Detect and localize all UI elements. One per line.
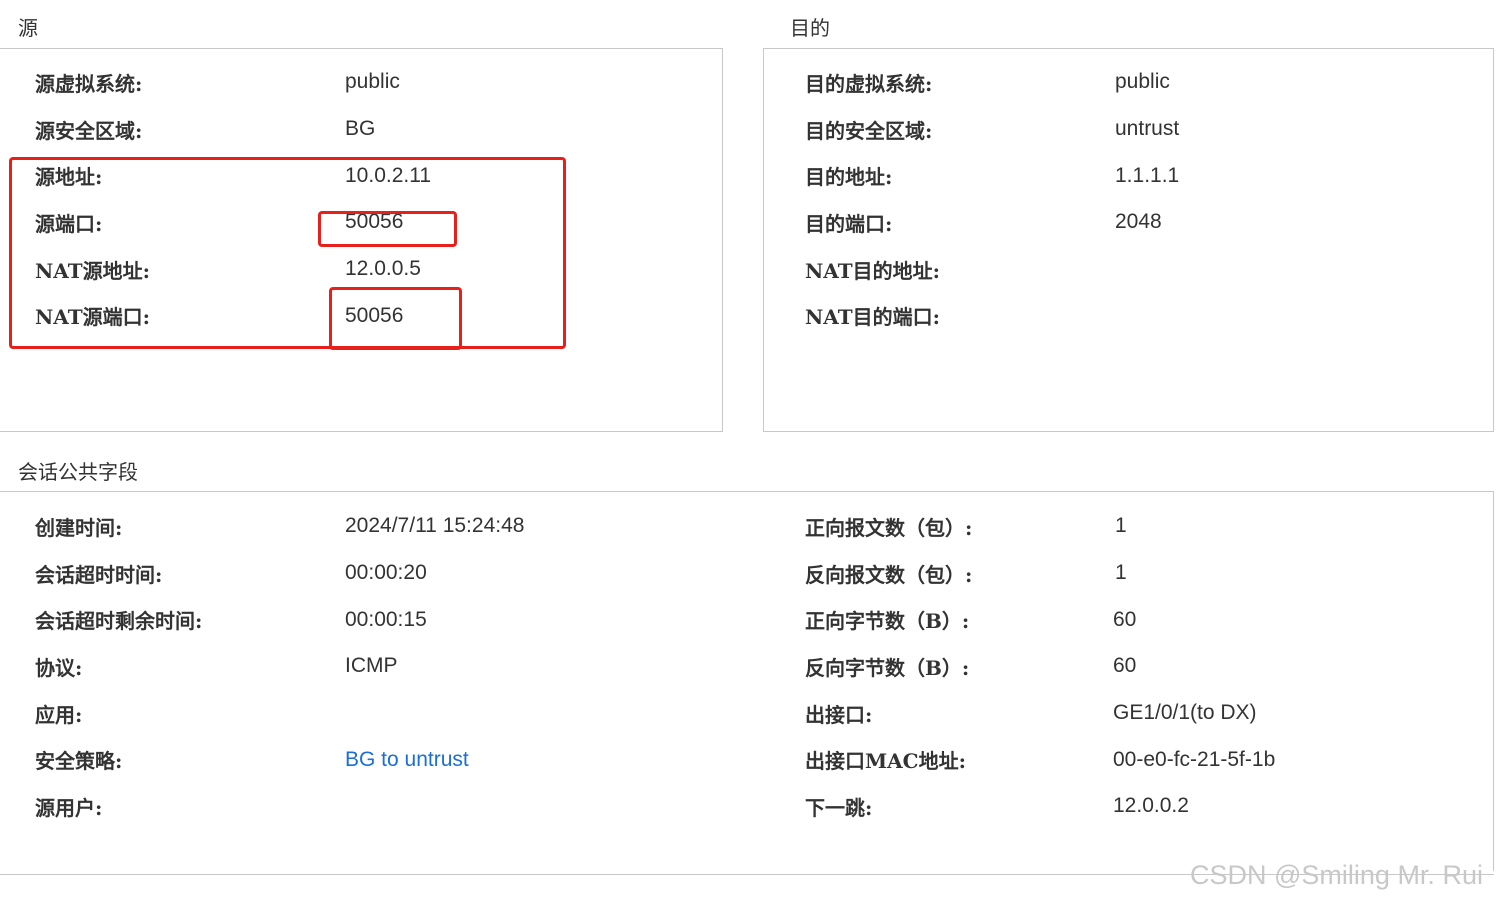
row-value: 00-e0-fc-21-5f-1b: [1113, 747, 1276, 771]
row-value: 1: [1115, 561, 1127, 585]
row-value: GE1/0/1(to DX): [1113, 701, 1257, 725]
row-label: 创建时间:: [35, 515, 123, 540]
row-value: 2024/7/11 15:24:48: [345, 514, 525, 538]
source-section-title: 源: [18, 16, 38, 40]
row-label: NAT目的端口:: [805, 305, 940, 330]
row-value: untrust: [1115, 117, 1180, 141]
row-value: ICMP: [345, 654, 398, 678]
row-value: 12.0.0.2: [1113, 794, 1189, 818]
row-label: 源用户:: [35, 795, 103, 820]
row-value: public: [345, 70, 400, 94]
row-value: BG: [345, 117, 376, 141]
row-value: 00:00:15: [345, 607, 427, 631]
row-value: 60: [1113, 654, 1137, 678]
row-label: NAT目的地址:: [805, 258, 940, 283]
row-label: 下一跳:: [805, 795, 873, 820]
row-label: 目的端口:: [805, 211, 893, 236]
destination-row: 目的端口: 2048: [805, 199, 1485, 246]
session-row: 正向字节数（B）: 60: [805, 596, 1485, 643]
source-row: 源虚拟系统: public: [35, 59, 715, 106]
destination-row: 目的安全区域: untrust: [805, 106, 1485, 153]
row-label: 正向报文数（包）:: [805, 515, 973, 540]
session-row: 反向报文数（包）: 1: [805, 550, 1485, 597]
annotation-box-address-group: [9, 157, 566, 349]
row-label: 目的安全区域:: [805, 118, 933, 143]
destination-list: 目的虚拟系统: public 目的安全区域: untrust 目的地址: 1.1.1.…: [805, 59, 1485, 339]
annotation-box-nat-port: [329, 287, 462, 350]
session-row: 出接口: GE1/0/1(to DX): [805, 690, 1485, 737]
session-row: 下一跳: 12.0.0.2: [805, 783, 1485, 830]
session-section-title: 会话公共字段: [18, 460, 138, 484]
session-row: 应用:: [35, 690, 735, 737]
destination-row: NAT目的端口:: [805, 292, 1485, 339]
session-row: 出接口MAC地址: 00-e0-fc-21-5f-1b: [805, 736, 1485, 783]
session-left-list: 创建时间: 2024/7/11 15:24:48 会话超时时间: 00:00:20 …: [35, 503, 735, 830]
session-row: 创建时间: 2024/7/11 15:24:48: [35, 503, 735, 550]
row-label: 会话超时时间:: [35, 562, 163, 587]
row-value: 00:00:20: [345, 561, 427, 585]
source-row: 源安全区域: BG: [35, 106, 715, 153]
row-label: 目的虚拟系统:: [805, 71, 933, 96]
row-value: 1.1.1.1: [1115, 163, 1180, 187]
row-label: 正向字节数（B）:: [805, 609, 970, 634]
session-row: 会话超时剩余时间: 00:00:15: [35, 596, 735, 643]
annotation-box-source-port: [318, 211, 457, 247]
session-right-list: 正向报文数（包）: 1 反向报文数（包）: 1 正向字节数（B）: 60 反向字节数（…: [805, 503, 1485, 830]
row-label: 目的地址:: [805, 165, 893, 190]
session-row: 正向报文数（包）: 1: [805, 503, 1485, 550]
row-value: 60: [1113, 607, 1137, 631]
row-value: public: [1115, 70, 1170, 94]
row-label: 安全策略:: [35, 749, 123, 774]
row-label: 协议:: [35, 655, 83, 680]
destination-section-title: 目的: [790, 16, 830, 40]
row-label: 出接口MAC地址:: [805, 749, 966, 774]
session-row: 会话超时时间: 00:00:20: [35, 550, 735, 597]
destination-row: NAT目的地址:: [805, 246, 1485, 293]
session-row: 反向字节数（B）: 60: [805, 643, 1485, 690]
row-label: 应用:: [35, 702, 83, 727]
row-label: 出接口:: [805, 702, 873, 727]
session-row: 安全策略: BG to untrust: [35, 736, 735, 783]
row-label: 源安全区域:: [35, 118, 143, 143]
watermark: CSDN @Smiling Mr. Rui: [1190, 860, 1483, 890]
session-panel-right-edge: [1493, 491, 1494, 871]
session-row: 源用户:: [35, 783, 735, 830]
row-label: 源虚拟系统:: [35, 71, 143, 96]
row-value: 1: [1115, 514, 1127, 538]
destination-row: 目的虚拟系统: public: [805, 59, 1485, 106]
row-label: 反向报文数（包）:: [805, 562, 973, 587]
destination-row: 目的地址: 1.1.1.1: [805, 152, 1485, 199]
row-label: 反向字节数（B）:: [805, 655, 970, 680]
row-label: 会话超时剩余时间:: [35, 609, 203, 634]
session-row: 协议: ICMP: [35, 643, 735, 690]
row-value: 2048: [1115, 210, 1162, 234]
security-policy-link[interactable]: BG to untrust: [345, 748, 469, 772]
